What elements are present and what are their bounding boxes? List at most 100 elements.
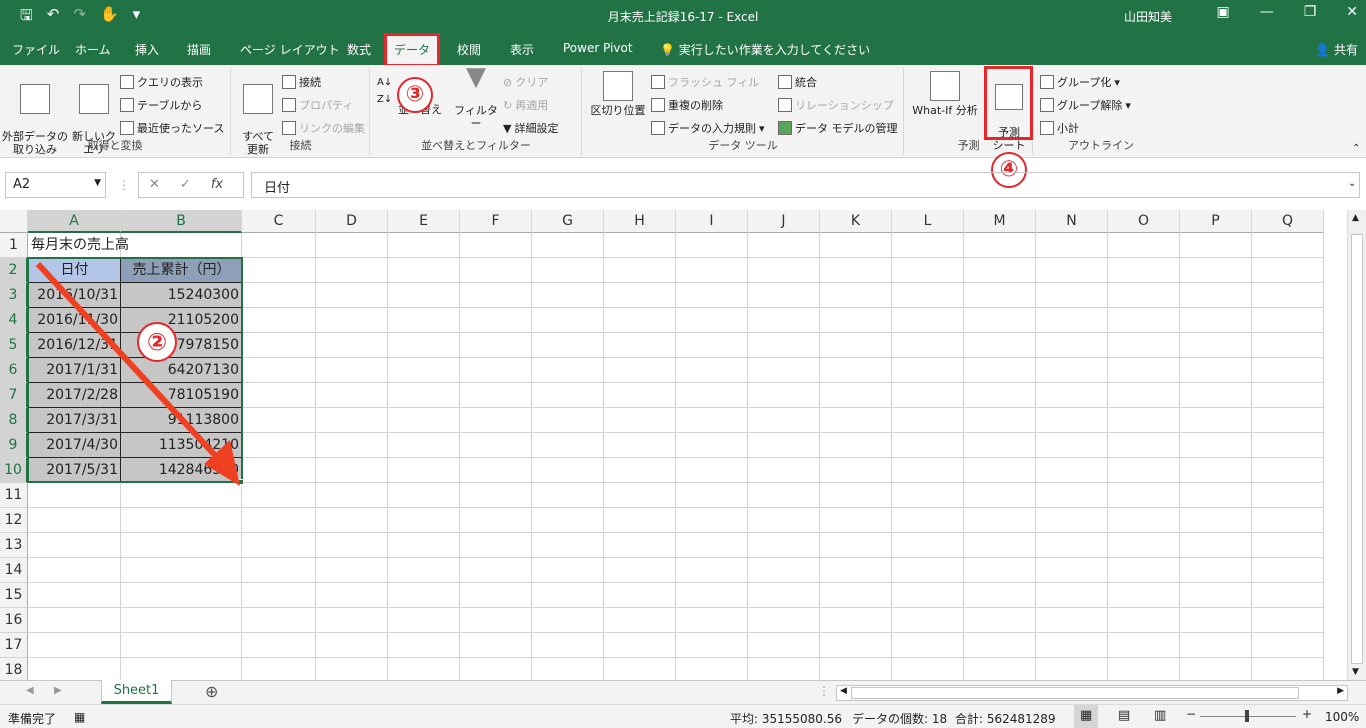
vertical-scrollbar[interactable]: ▲ ▼ xyxy=(1347,210,1366,680)
row-header-16[interactable]: 16 xyxy=(0,608,28,633)
row-header-10[interactable]: 10 xyxy=(0,458,28,483)
tab-file[interactable]: ファイル xyxy=(12,41,60,58)
ungroup-dropdown-icon[interactable]: ▾ xyxy=(1125,99,1131,112)
page-break-view-icon[interactable]: ▥ xyxy=(1154,708,1166,723)
row-header-6[interactable]: 6 xyxy=(0,358,28,383)
advanced-button[interactable]: ▼ 詳細設定 xyxy=(503,120,558,136)
macro-record-icon[interactable]: ▦ xyxy=(74,710,85,724)
row-header-5[interactable]: 5 xyxy=(0,333,28,358)
scroll-up-icon[interactable]: ▲ xyxy=(1352,213,1359,223)
column-header-q[interactable]: Q xyxy=(1252,210,1324,233)
tab-formulas[interactable]: 数式 xyxy=(347,41,371,58)
zoom-out-icon[interactable]: − xyxy=(1186,707,1196,721)
column-header-g[interactable]: G xyxy=(532,210,604,233)
column-header-k[interactable]: K xyxy=(820,210,892,233)
column-header-i[interactable]: I xyxy=(676,210,748,233)
user-name[interactable]: 山田知美 xyxy=(1124,8,1172,25)
row-header-1[interactable]: 1 xyxy=(0,233,28,258)
tab-split-icon[interactable]: ⋮ xyxy=(818,684,830,698)
data-validation-button[interactable]: データの入力規則 ▾ xyxy=(651,120,765,136)
row-header-17[interactable]: 17 xyxy=(0,633,28,658)
zoom-level[interactable]: 100% xyxy=(1325,710,1359,724)
fill-handle[interactable] xyxy=(238,479,244,485)
show-queries-button[interactable]: クエリの表示 xyxy=(120,74,203,90)
row-header-11[interactable]: 11 xyxy=(0,483,28,508)
sort-az-buttons[interactable]: A↓ Z↓ xyxy=(377,77,392,105)
share-button[interactable]: 👤 共有 xyxy=(1315,41,1358,58)
tab-view[interactable]: 表示 xyxy=(510,41,534,58)
column-header-j[interactable]: J xyxy=(748,210,820,233)
horizontal-scroll-thumb[interactable] xyxy=(851,687,1299,699)
group-button[interactable]: グループ化 ▾ xyxy=(1040,74,1120,90)
zoom-slider-thumb[interactable] xyxy=(1245,710,1249,722)
close-icon[interactable]: ✕ xyxy=(1346,4,1358,20)
edit-links-button[interactable]: リンクの編集 xyxy=(282,120,365,136)
tell-me-input[interactable]: 💡 実行したい作業を入力してください xyxy=(660,41,870,58)
row-header-18[interactable]: 18 xyxy=(0,658,28,680)
select-all-corner[interactable] xyxy=(0,210,28,233)
vertical-scroll-thumb[interactable] xyxy=(1351,234,1363,664)
cell-a1[interactable]: 毎月末の売上高 xyxy=(28,233,132,258)
sort-ascending-icon[interactable]: A↓ xyxy=(377,77,392,88)
tab-home[interactable]: ホーム xyxy=(75,41,111,58)
dropdown-arrow-icon[interactable]: ▾ xyxy=(759,122,765,135)
tab-draw[interactable]: 描画 xyxy=(187,41,211,58)
what-if-button[interactable]: What-If 分析 xyxy=(907,71,983,117)
text-to-columns-button[interactable]: 区切り位置 xyxy=(587,71,649,117)
page-layout-view-icon[interactable]: ▤ xyxy=(1118,708,1130,723)
connections-button[interactable]: 接続 xyxy=(282,74,321,90)
enter-icon[interactable]: ✓ xyxy=(180,177,191,193)
status-sum[interactable]: 合計: 562481289 xyxy=(955,710,1056,727)
row-header-3[interactable]: 3 xyxy=(0,283,28,308)
prev-sheet-icon[interactable]: ◀ xyxy=(26,685,34,696)
tab-insert[interactable]: 挿入 xyxy=(135,41,159,58)
column-header-m[interactable]: M xyxy=(964,210,1036,233)
minimize-icon[interactable]: — xyxy=(1260,4,1274,20)
status-count[interactable]: データの個数: 18 xyxy=(852,710,947,727)
maximize-icon[interactable]: ❐ xyxy=(1304,4,1317,20)
ungroup-button[interactable]: グループ解除 ▾ xyxy=(1040,97,1131,113)
clear-button[interactable]: ⊘ クリア xyxy=(503,74,548,90)
collapse-ribbon-icon[interactable]: ⌃ xyxy=(1352,143,1360,154)
consolidate-button[interactable]: 統合 xyxy=(778,74,817,90)
add-sheet-icon[interactable]: ⊕ xyxy=(205,682,218,701)
relationships-button[interactable]: リレーションシップ xyxy=(778,97,894,113)
column-header-b[interactable]: B xyxy=(121,210,242,233)
tab-data[interactable]: データ xyxy=(383,33,441,67)
tab-page-layout[interactable]: ページ レイアウト xyxy=(240,41,340,58)
column-header-a[interactable]: A xyxy=(28,210,121,233)
column-header-p[interactable]: P xyxy=(1180,210,1252,233)
name-box[interactable]: A2 ▼ xyxy=(5,172,106,198)
filter-button[interactable]: ▼ フィルター xyxy=(449,64,503,130)
column-header-h[interactable]: H xyxy=(604,210,676,233)
column-header-n[interactable]: N xyxy=(1036,210,1108,233)
row-header-15[interactable]: 15 xyxy=(0,583,28,608)
reapply-button[interactable]: ↻ 再適用 xyxy=(503,97,548,113)
flash-fill-button[interactable]: フラッシュ フィル xyxy=(651,74,759,90)
cancel-icon[interactable]: ✕ xyxy=(149,177,160,193)
scroll-right-icon[interactable]: ▶ xyxy=(1337,686,1344,696)
group-dropdown-icon[interactable]: ▾ xyxy=(1114,76,1120,89)
subtotal-button[interactable]: 小計 xyxy=(1040,120,1079,136)
properties-button[interactable]: プロパティ xyxy=(282,97,353,113)
row-header-12[interactable]: 12 xyxy=(0,508,28,533)
horizontal-scrollbar[interactable]: ◀ ▶ xyxy=(836,685,1348,701)
data-model-button[interactable]: データ モデルの管理 xyxy=(778,120,898,136)
sheet-tab-sheet1[interactable]: Sheet1 xyxy=(101,680,172,704)
formula-input[interactable]: 日付 xyxy=(251,172,1360,198)
row-header-9[interactable]: 9 xyxy=(0,433,28,458)
column-header-l[interactable]: L xyxy=(892,210,964,233)
formula-bar-grip-icon[interactable]: ⋮ xyxy=(118,178,130,192)
scroll-left-icon[interactable]: ◀ xyxy=(840,686,847,696)
tab-review[interactable]: 校閲 xyxy=(457,41,481,58)
column-header-c[interactable]: C xyxy=(242,210,316,233)
ribbon-display-icon[interactable]: ▣ xyxy=(1216,4,1229,20)
remove-duplicates-button[interactable]: 重複の削除 xyxy=(651,97,723,113)
row-header-2[interactable]: 2 xyxy=(0,258,28,283)
from-table-button[interactable]: テーブルから xyxy=(120,97,202,113)
tab-power-pivot[interactable]: Power Pivot xyxy=(563,41,633,55)
recent-sources-button[interactable]: 最近使ったソース xyxy=(120,120,224,136)
row-header-4[interactable]: 4 xyxy=(0,308,28,333)
column-header-f[interactable]: F xyxy=(460,210,532,233)
scroll-down-icon[interactable]: ▼ xyxy=(1352,667,1359,677)
